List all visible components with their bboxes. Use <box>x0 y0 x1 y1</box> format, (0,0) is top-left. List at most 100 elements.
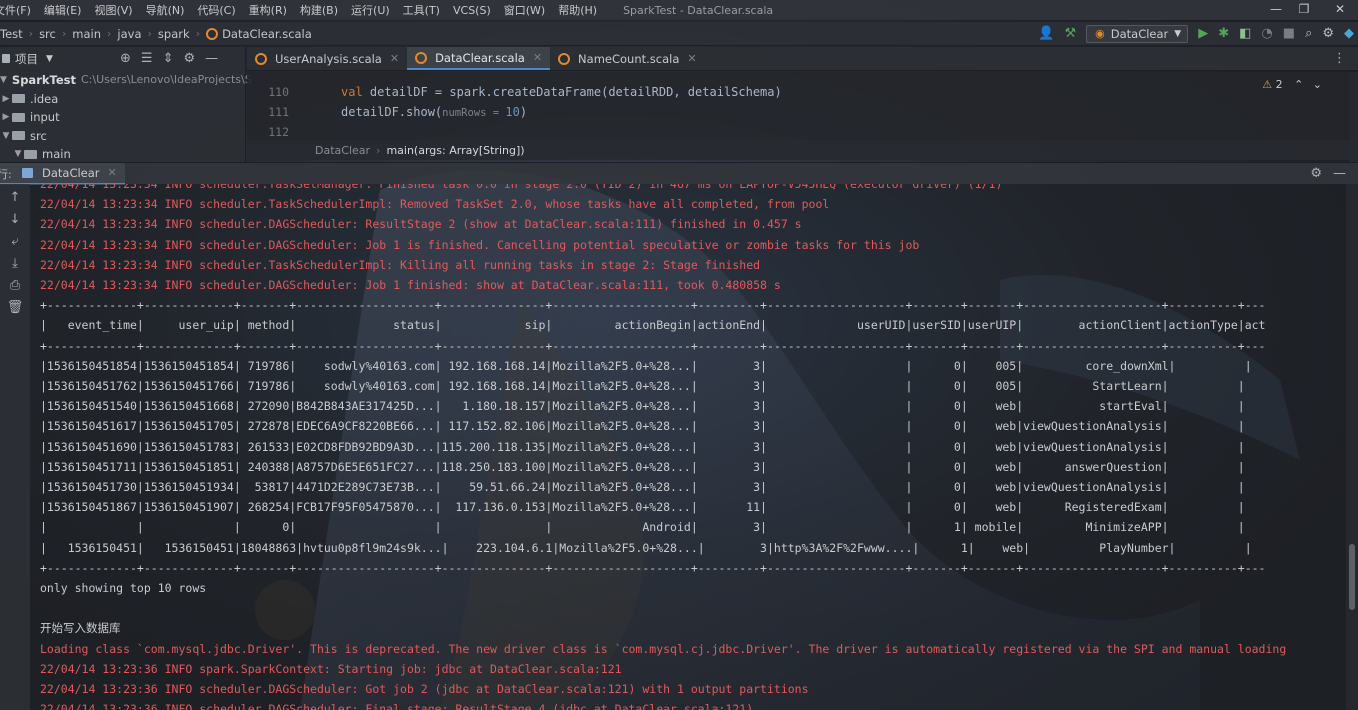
gear-icon[interactable]: ⚙ <box>183 51 195 67</box>
menu-view[interactable]: 视图(V) <box>87 2 138 18</box>
breadcrumb-class[interactable]: DataClear <box>315 144 370 157</box>
chevron-right-icon[interactable]: ▶ <box>0 90 12 109</box>
chevron-up-icon[interactable]: ⌃ <box>1294 78 1303 91</box>
menu-tools[interactable]: 工具(T) <box>396 2 446 18</box>
stop-icon[interactable]: ■ <box>1283 26 1295 42</box>
code-line-110[interactable]: val detailDF = spark.createDataFrame(det… <box>341 82 782 102</box>
locate-icon[interactable]: ⊕ <box>120 51 131 67</box>
hide-icon[interactable]: — <box>205 51 218 67</box>
user-icon[interactable]: 👤 <box>1038 26 1054 42</box>
console-line: 22/04/14 13:23:34 INFO scheduler.DAGSche… <box>40 278 781 292</box>
close-icon[interactable]: ✕ <box>1322 0 1358 20</box>
menu-help[interactable]: 帮助(H) <box>551 2 603 18</box>
project-header-label[interactable]: 项目 <box>15 51 38 67</box>
run-configuration-select[interactable]: ◉ DataClear ▼ <box>1086 25 1189 43</box>
chevron-down-icon[interactable]: ⌄ <box>1313 78 1322 91</box>
profile-icon[interactable]: ◔ <box>1261 26 1272 42</box>
parameter-hint: numRows = <box>442 107 506 119</box>
expand-all-icon[interactable]: ⇕ <box>163 51 174 67</box>
menu-edit[interactable]: 编辑(E) <box>37 2 88 18</box>
search-icon[interactable]: ⌕ <box>1305 26 1312 42</box>
arrow-up-icon[interactable]: ↑ <box>0 190 30 206</box>
code-breadcrumb: DataClear › main(args: Array[String]) <box>247 140 1358 160</box>
chevron-down-icon[interactable]: ▼ <box>0 71 7 90</box>
breadcrumb-project[interactable]: Test <box>0 27 23 41</box>
tree-item-idea[interactable]: ▶ .idea <box>0 90 245 109</box>
tree-item-main[interactable]: ▼ main <box>0 145 245 164</box>
chevron-down-icon[interactable]: ▼ <box>46 51 53 67</box>
code-content[interactable]: val detailDF = spark.createDataFrame(det… <box>341 82 782 123</box>
gear-icon[interactable]: ⚙ <box>1310 166 1322 182</box>
tab-label: UserAnalysis.scala <box>275 51 382 66</box>
warning-count: 2 <box>1275 78 1283 91</box>
code-editor[interactable]: 110 111 112 val detailDF = spark.createD… <box>247 72 1358 140</box>
tree-item-root[interactable]: ▼ SparkTest C:\Users\Lenovo\IdeaProjects… <box>0 71 252 90</box>
chevron-right-icon: › <box>28 27 34 40</box>
breadcrumb-src[interactable]: src <box>39 27 56 41</box>
scala-file-icon <box>415 51 428 64</box>
console-output[interactable]: 22/04/14 13:23:34 INFO scheduler.TaskSet… <box>30 184 1346 710</box>
scrollbar-thumb[interactable] <box>1349 544 1355 610</box>
console-line: | 1536150451| 1536150451|18048863|hvtuu0… <box>40 540 1252 555</box>
tree-item-root-path: C:\Users\Lenovo\IdeaProjects\S <box>80 73 252 86</box>
chevron-down-icon[interactable]: ▼ <box>12 145 24 164</box>
code-text: detailDF = spark.createDataFrame(detailR… <box>362 85 782 99</box>
tree-item-src[interactable]: ▼ src <box>0 127 245 146</box>
run-icon[interactable]: ▶ <box>1198 26 1208 42</box>
tab-user-analysis[interactable]: UserAnalysis.scala ✕ <box>247 47 407 70</box>
menu-vcs[interactable]: VCS(S) <box>446 4 497 17</box>
chevron-right-icon[interactable]: ▶ <box>0 108 12 127</box>
folder-icon <box>12 131 25 141</box>
folder-icon <box>12 112 25 122</box>
code-line-111[interactable]: detailDF.show(numRows = 10) <box>341 102 782 123</box>
run-tab-dataclear[interactable]: DataClear ✕ <box>0 162 125 185</box>
close-icon[interactable]: ✕ <box>390 52 399 65</box>
run-tab-label: DataClear <box>42 165 100 180</box>
toolbox-icon[interactable]: ◆ <box>1344 26 1354 42</box>
scroll-to-end-icon[interactable]: ⤓ <box>0 256 30 272</box>
breadcrumb-file[interactable]: DataClear.scala <box>222 27 312 41</box>
restore-icon[interactable]: ❐ <box>1286 0 1322 20</box>
arrow-down-icon[interactable]: ↓ <box>0 212 30 228</box>
project-panel-header: 项目 ▼ ⊕ ☰ ⇕ ⚙ — <box>0 47 245 71</box>
tab-name-count[interactable]: NameCount.scala ✕ <box>550 47 705 70</box>
menu-file[interactable]: 文件(F) <box>0 2 37 18</box>
collapse-all-icon[interactable]: ☰ <box>141 51 153 67</box>
tree-item-input[interactable]: ▶ input <box>0 108 245 127</box>
menu-refactor[interactable]: 重构(R) <box>242 2 293 18</box>
inspection-widget[interactable]: ⚠ 2 ⌃ ⌄ <box>1262 78 1322 91</box>
chevron-right-icon: › <box>376 143 381 157</box>
menu-run[interactable]: 运行(U) <box>344 2 396 18</box>
scala-config-icon: ◉ <box>1095 27 1105 40</box>
coverage-icon[interactable]: ◧ <box>1239 26 1251 42</box>
menu-build[interactable]: 构建(B) <box>293 2 344 18</box>
breadcrumb-method[interactable]: main(args: Array[String]) <box>386 144 524 157</box>
menu-code[interactable]: 代码(C) <box>190 2 241 18</box>
close-icon[interactable]: ✕ <box>108 166 117 179</box>
line-number: 111 <box>268 105 289 119</box>
breadcrumb-java[interactable]: java <box>117 27 141 41</box>
menu-navigate[interactable]: 导航(N) <box>139 2 191 18</box>
navigation-bar: Test › src › main › java › spark › DataClear.… <box>0 22 1358 46</box>
console-line: 22/04/14 13:23:36 INFO scheduler.DAGSche… <box>40 702 754 710</box>
soft-wrap-icon[interactable]: ⤶ <box>0 234 30 250</box>
console-line: | event_time| user_uip| method| status| … <box>40 318 1266 333</box>
gear-icon[interactable]: ⚙ <box>1322 26 1334 42</box>
menu-window[interactable]: 窗口(W) <box>497 2 551 18</box>
print-icon[interactable]: ⎙ <box>0 278 30 294</box>
tab-data-clear[interactable]: DataClear.scala ✕ <box>407 47 551 70</box>
build-hammer-icon[interactable]: ⚒ <box>1064 26 1076 42</box>
chevron-down-icon: ▼ <box>1174 29 1182 39</box>
debug-icon[interactable]: ✱ <box>1218 26 1229 42</box>
trash-icon[interactable]: 🗑 <box>0 300 30 316</box>
more-tabs-icon[interactable]: ⋮ <box>1333 51 1346 67</box>
close-icon[interactable]: ✕ <box>533 51 542 64</box>
hide-icon[interactable]: — <box>1333 166 1346 182</box>
chevron-down-icon[interactable]: ▼ <box>0 127 12 146</box>
close-icon[interactable]: ✕ <box>687 52 696 65</box>
breadcrumb-main[interactable]: main <box>72 27 101 41</box>
breadcrumb-spark[interactable]: spark <box>158 27 190 41</box>
console-scrollbar[interactable] <box>1346 184 1358 710</box>
console-line: 22/04/14 13:23:36 INFO spark.SparkContex… <box>40 661 622 676</box>
code-text: ) <box>519 105 528 119</box>
